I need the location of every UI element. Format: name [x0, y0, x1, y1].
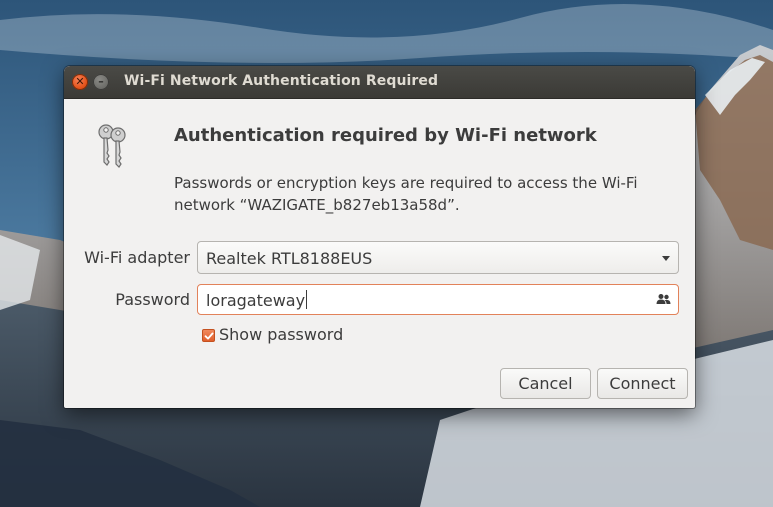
adapter-label: Wi-Fi adapter	[84, 248, 190, 267]
adapter-dropdown[interactable]: Realtek RTL8188EUS	[197, 241, 679, 274]
wifi-auth-dialog: ✕ – Wi-Fi Network Authentication Require…	[64, 66, 695, 408]
adapter-selected-value: Realtek RTL8188EUS	[206, 249, 373, 268]
dialog-description: Passwords or encryption keys are require…	[174, 174, 638, 214]
dialog-heading: Authentication required by Wi-Fi network	[174, 125, 597, 146]
password-field[interactable]: loragateway	[197, 284, 679, 315]
connect-button[interactable]: Connect	[597, 368, 688, 399]
close-icon[interactable]: ✕	[72, 74, 88, 90]
show-password-label[interactable]: Show password	[219, 325, 343, 344]
dialog-titlebar[interactable]: ✕ – Wi-Fi Network Authentication Require…	[64, 66, 695, 99]
keys-icon	[98, 124, 126, 168]
password-label: Password	[115, 290, 190, 309]
show-password-checkbox[interactable]	[202, 329, 215, 342]
dialog-title: Wi-Fi Network Authentication Required	[124, 73, 439, 89]
text-caret	[306, 290, 308, 309]
minimize-icon[interactable]: –	[93, 74, 109, 90]
password-value: loragateway	[206, 290, 308, 310]
cancel-button[interactable]: Cancel	[500, 368, 591, 399]
chevron-down-icon	[662, 256, 670, 261]
checkmark-icon	[204, 332, 214, 340]
users-icon[interactable]	[656, 293, 671, 305]
